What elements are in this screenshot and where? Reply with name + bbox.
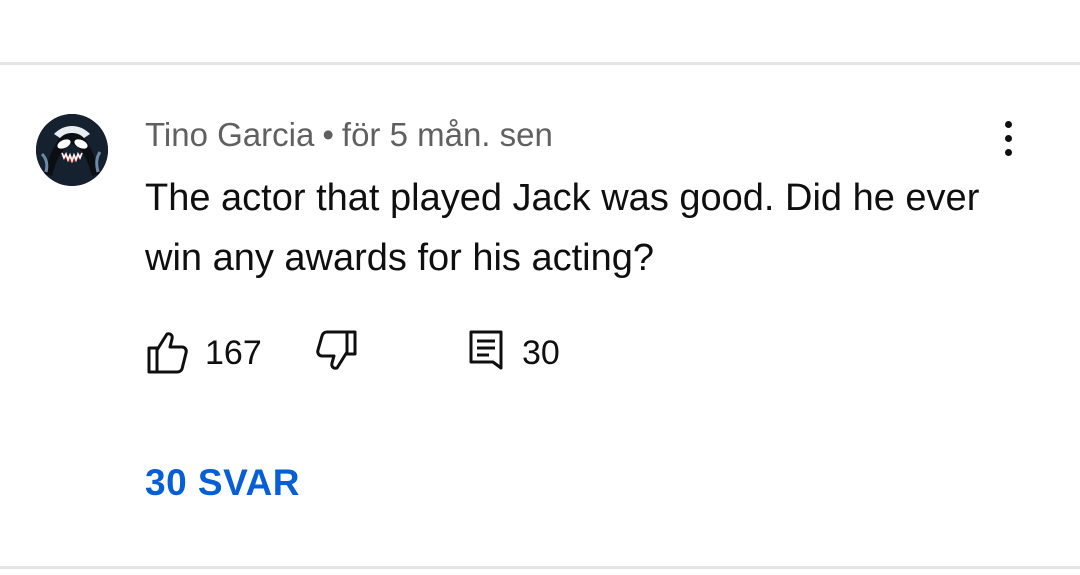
kebab-dot [1004, 134, 1012, 142]
venom-avatar-icon [36, 114, 108, 186]
author-name[interactable]: Tino Garcia [145, 116, 314, 153]
comment-icon[interactable] [465, 328, 509, 376]
view-replies-button[interactable]: 30 SVAR [145, 460, 300, 506]
more-vert-icon[interactable] [990, 118, 1026, 158]
author-avatar[interactable] [36, 114, 108, 186]
comment-timestamp: för 5 mån. sen [341, 116, 553, 153]
comment-text: The actor that played Jack was good. Did… [145, 177, 980, 279]
kebab-dot [1004, 148, 1012, 156]
meta-separator: • [322, 116, 334, 153]
like-count: 167 [205, 334, 262, 372]
reply-count: 30 [522, 334, 560, 372]
bottom-divider [0, 566, 1080, 569]
top-divider [0, 62, 1080, 65]
comment-meta: Tino Garcia • för 5 mån. sen [145, 115, 553, 155]
kebab-dot [1004, 120, 1012, 128]
comment-actions: 167 30 [145, 328, 645, 378]
thumb-down-icon[interactable] [315, 328, 359, 376]
thumb-up-icon[interactable] [145, 328, 189, 376]
